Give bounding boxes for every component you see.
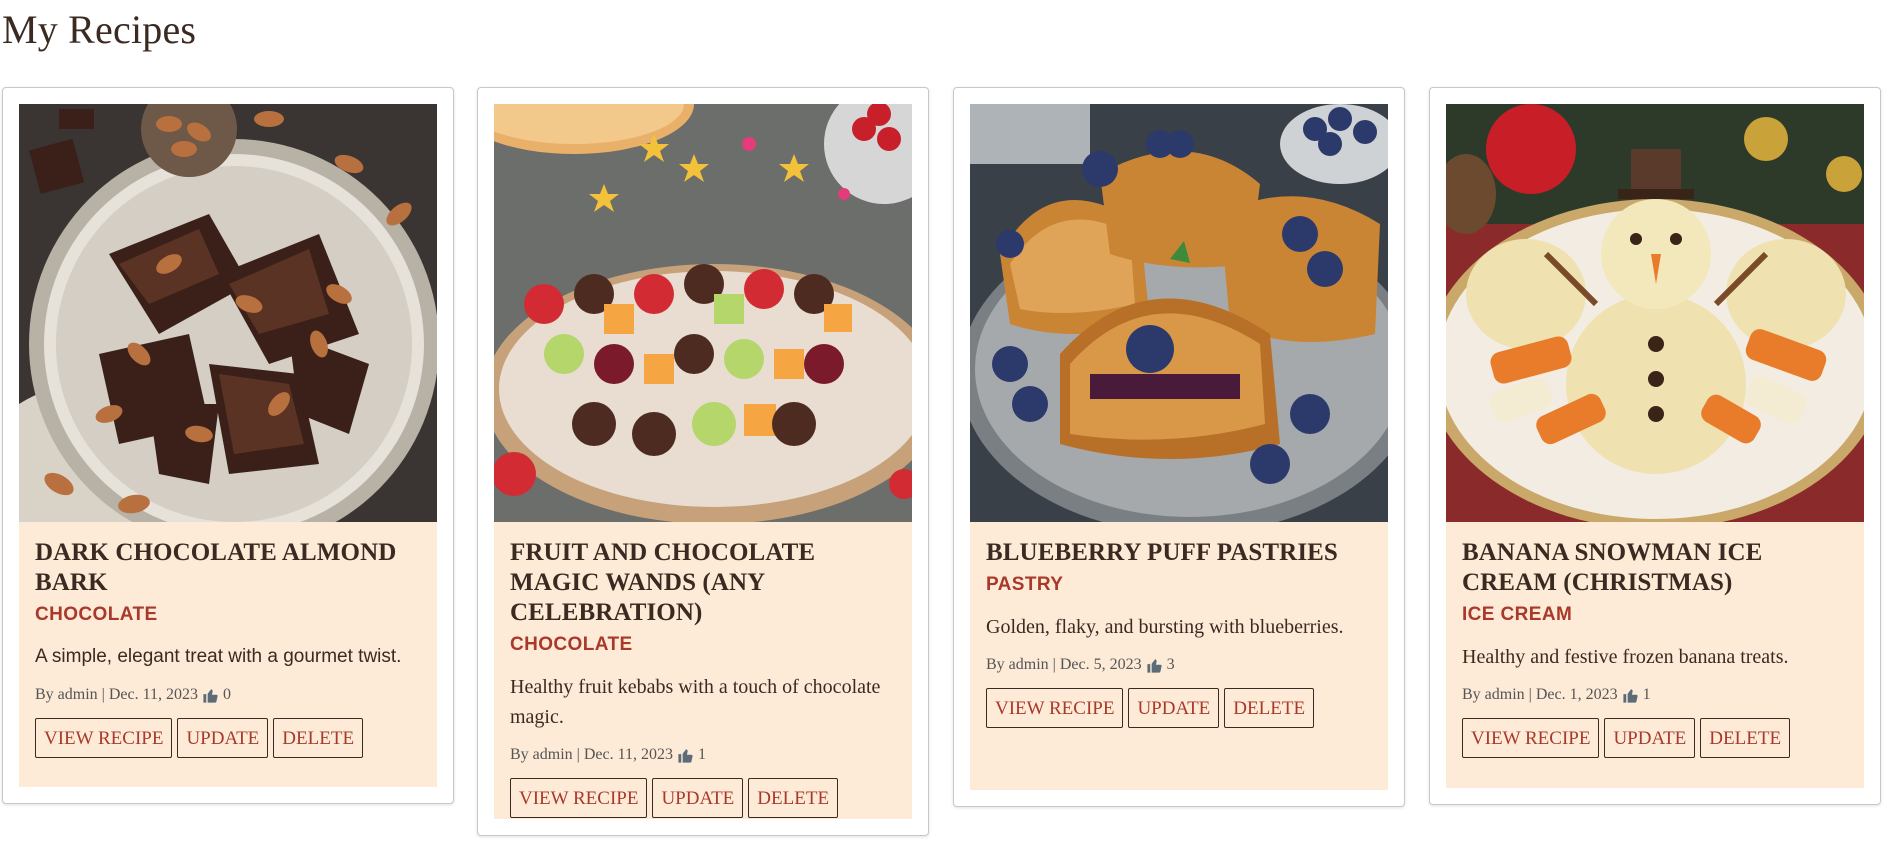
view-recipe-button[interactable]: View Recipe [986, 688, 1124, 728]
recipe-date: Dec. 11, 2023 [108, 686, 199, 703]
recipe-card-content: Fruit and Chocolate Magic Wands (Any Cel… [494, 104, 912, 819]
update-button[interactable]: Update [652, 778, 744, 818]
recipe-actions: View Recipe Update Delete [510, 778, 896, 818]
recipe-description: A simple, elegant treat with a gourmet t… [35, 646, 402, 667]
recipe-author: By admin [510, 746, 573, 763]
recipe-likes-count: 1 [698, 746, 707, 763]
recipe-meta: By admin | Dec. 5, 2023 3 [986, 656, 1175, 673]
update-button[interactable]: Update [177, 718, 269, 758]
recipe-date: Dec. 1, 2023 [1535, 686, 1618, 703]
recipe-description: Healthy and festive frozen banana treats… [1462, 646, 1789, 668]
recipe-card-content: Dark Chocolate Almond Bark Chocolate A s… [19, 104, 437, 787]
recipe-grid: Dark Chocolate Almond Bark Chocolate A s… [0, 0, 1885, 845]
recipe-card-content: Banana Snowman Ice Cream (Christmas) Ice… [1446, 104, 1864, 788]
recipe-category: Chocolate [510, 634, 633, 655]
recipe-category: Ice Cream [1462, 604, 1573, 625]
view-recipe-button[interactable]: View Recipe [35, 718, 173, 758]
recipe-date: Dec. 11, 2023 [583, 746, 674, 763]
recipe-likes-count: 1 [1642, 686, 1651, 703]
recipe-actions: View Recipe Update Delete [1462, 718, 1848, 758]
recipe-image[interactable] [970, 104, 1388, 522]
delete-button[interactable]: Delete [273, 718, 364, 758]
recipe-title: Fruit and Chocolate Magic Wands (Any Cel… [510, 539, 816, 626]
recipe-author: By admin [1462, 686, 1525, 703]
recipe-meta: By admin | Dec. 1, 2023 1 [1462, 686, 1651, 703]
recipe-card: Banana Snowman Ice Cream (Christmas) Ice… [1429, 87, 1881, 805]
thumbs-up-icon [1623, 688, 1638, 703]
recipe-category: Pastry [986, 574, 1064, 595]
recipe-title: Dark Chocolate Almond Bark [35, 539, 397, 596]
recipe-meta: By admin | Dec. 11, 2023 1 [510, 746, 707, 763]
recipe-likes-count: 3 [1166, 656, 1175, 673]
recipe-date: Dec. 5, 2023 [1059, 656, 1142, 673]
recipe-image[interactable] [19, 104, 437, 522]
recipe-title: Blueberry Puff Pastries [986, 539, 1338, 566]
recipe-description: Golden, flaky, and bursting with blueber… [986, 616, 1344, 638]
thumbs-up-icon [203, 688, 218, 703]
recipe-image[interactable] [494, 104, 912, 522]
recipe-author: By admin [35, 686, 98, 703]
recipe-author: By admin [986, 656, 1049, 673]
update-button[interactable]: Update [1604, 718, 1696, 758]
recipe-title: Banana Snowman Ice Cream (Christmas) [1462, 539, 1763, 596]
recipe-category: Chocolate [35, 604, 158, 625]
recipe-card: Fruit and Chocolate Magic Wands (Any Cel… [477, 87, 929, 836]
thumbs-up-icon [678, 748, 693, 763]
recipe-meta: By admin | Dec. 11, 2023 0 [35, 686, 232, 703]
update-button[interactable]: Update [1128, 688, 1220, 728]
delete-button[interactable]: Delete [748, 778, 839, 818]
delete-button[interactable]: Delete [1224, 688, 1315, 728]
recipe-actions: View Recipe Update Delete [35, 718, 421, 758]
recipe-actions: View Recipe Update Delete [986, 688, 1372, 728]
thumbs-up-icon [1147, 658, 1162, 673]
recipe-card: Dark Chocolate Almond Bark Chocolate A s… [2, 87, 454, 804]
recipe-description: Healthy fruit kebabs with a touch of cho… [510, 676, 881, 728]
recipe-image[interactable] [1446, 104, 1864, 522]
view-recipe-button[interactable]: View Recipe [1462, 718, 1600, 758]
recipe-likes-count: 0 [223, 686, 232, 703]
delete-button[interactable]: Delete [1700, 718, 1791, 758]
recipe-card: Blueberry Puff Pastries Pastry Golden, f… [953, 87, 1405, 807]
recipe-card-content: Blueberry Puff Pastries Pastry Golden, f… [970, 104, 1388, 790]
view-recipe-button[interactable]: View Recipe [510, 778, 648, 818]
